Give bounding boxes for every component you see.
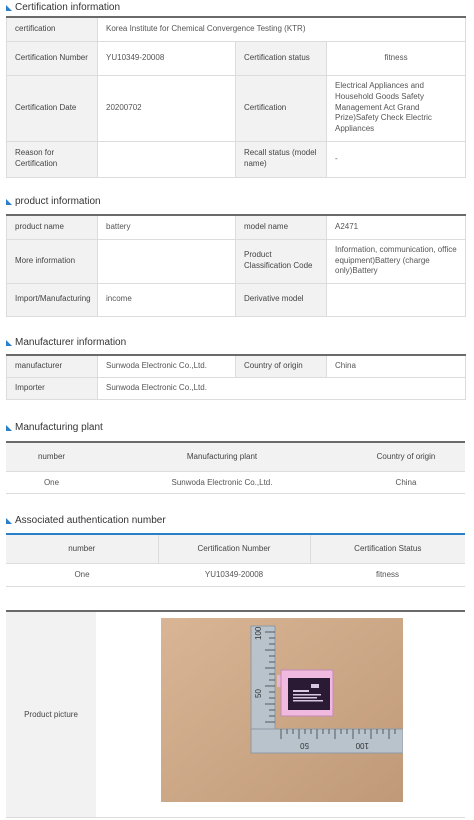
manufacturer-table: manufacturer Sunwoda Electronic Co.,Ltd.… (6, 354, 466, 400)
section-title-certification: Certification information (6, 2, 120, 13)
associated-header-status: Certification Status (309, 534, 465, 564)
ruler-label-mid: 50 (254, 689, 263, 698)
certification-type-label: Certification (235, 74, 327, 142)
ruler-label-top: 100 (254, 626, 263, 640)
section-marker-icon (6, 339, 12, 346)
classification-label: Product Classification Code (235, 238, 327, 284)
certification-number-label: Certification Number (6, 40, 98, 76)
certification-number-value: YU10349-20008 (97, 40, 236, 76)
importer-label: Importer (6, 376, 98, 400)
associated-header-number: number (6, 534, 158, 564)
plant-table: number Manufacturing plant Country of or… (6, 441, 465, 494)
certification-table: certification Korea Institute for Chemic… (6, 16, 467, 178)
ruler-label-bottom-b: 100 (355, 741, 369, 750)
import-value: income (97, 282, 236, 317)
section-marker-icon (6, 4, 12, 11)
table-row: One YU10349-20008 fitness (6, 563, 465, 587)
classification-value: Information, communication, office equip… (326, 238, 466, 284)
model-name-value: A2471 (326, 214, 466, 240)
section-title-associated: Associated authentication number (6, 515, 166, 526)
manufacturer-value: Sunwoda Electronic Co.,Ltd. (97, 354, 236, 378)
associated-row-cert-number: YU10349-20008 (158, 563, 310, 587)
associated-row-status: fitness (310, 563, 465, 587)
product-picture-label: Product picture (6, 612, 96, 817)
section-title-product: product information (6, 196, 101, 207)
plant-header-number: number (6, 442, 97, 472)
recall-label: Recall status (model name) (235, 140, 327, 178)
certification-title: Certification information (15, 2, 121, 13)
reason-label: Reason for Certification (6, 140, 98, 178)
associated-title: Associated authentication number (15, 515, 166, 526)
product-photo-graphic: 100 50 50 100 (161, 618, 404, 802)
derivative-label: Derivative model (235, 282, 327, 317)
section-marker-icon (6, 517, 12, 524)
associated-header-cert-number: Certification Number (157, 534, 310, 564)
plant-header-origin: Country of origin (347, 442, 465, 472)
reason-value (97, 140, 236, 178)
section-title-plant: Manufacturing plant (6, 422, 103, 433)
product-name-value: battery (97, 214, 236, 240)
product-name-label: product name (6, 214, 98, 240)
derivative-value (326, 282, 466, 317)
more-info-value (97, 238, 236, 284)
certification-label: certification (6, 16, 98, 42)
origin-label: Country of origin (235, 354, 327, 378)
product-title: product information (15, 196, 101, 207)
ruler-label-bottom-a: 50 (300, 741, 309, 750)
table-row: One Sunwoda Electronic Co.,Ltd. China (6, 471, 465, 494)
section-marker-icon (6, 198, 12, 205)
plant-row-plant: Sunwoda Electronic Co.,Ltd. (97, 471, 347, 494)
certification-date-value: 20200702 (97, 74, 236, 142)
associated-table: number Certification Number Certificatio… (6, 533, 465, 587)
plant-header-plant: Manufacturing plant (97, 442, 347, 472)
product-photo: 100 50 50 100 (161, 618, 404, 802)
plant-title: Manufacturing plant (15, 422, 103, 433)
plant-row-origin: China (347, 471, 465, 494)
importer-value: Sunwoda Electronic Co.,Ltd. (97, 376, 466, 400)
section-marker-icon (6, 424, 12, 431)
recall-value: - (325, 140, 467, 178)
manufacturer-title: Manufacturer information (15, 337, 127, 348)
certification-type-value: Electrical Appliances and Household Good… (325, 74, 467, 142)
plant-row-number: One (6, 471, 97, 494)
section-title-manufacturer: Manufacturer information (6, 337, 126, 348)
product-table: product name battery model name A2471 Mo… (6, 214, 466, 317)
certification-date-label: Certification Date (6, 74, 98, 142)
import-label: Import/Manufacturing (6, 282, 98, 317)
certification-value: Korea Institute for Chemical Convergence… (96, 16, 467, 42)
associated-row-number: One (6, 563, 158, 587)
product-picture-section: Product picture 100 50 50 100 (6, 610, 465, 818)
more-info-label: More information (6, 238, 98, 284)
certification-status-link[interactable]: fitness (325, 40, 467, 76)
manufacturer-label: manufacturer (6, 354, 98, 378)
certification-status-label: Certification status (235, 40, 327, 76)
origin-value: China (326, 354, 466, 378)
model-name-label: model name (235, 214, 327, 240)
